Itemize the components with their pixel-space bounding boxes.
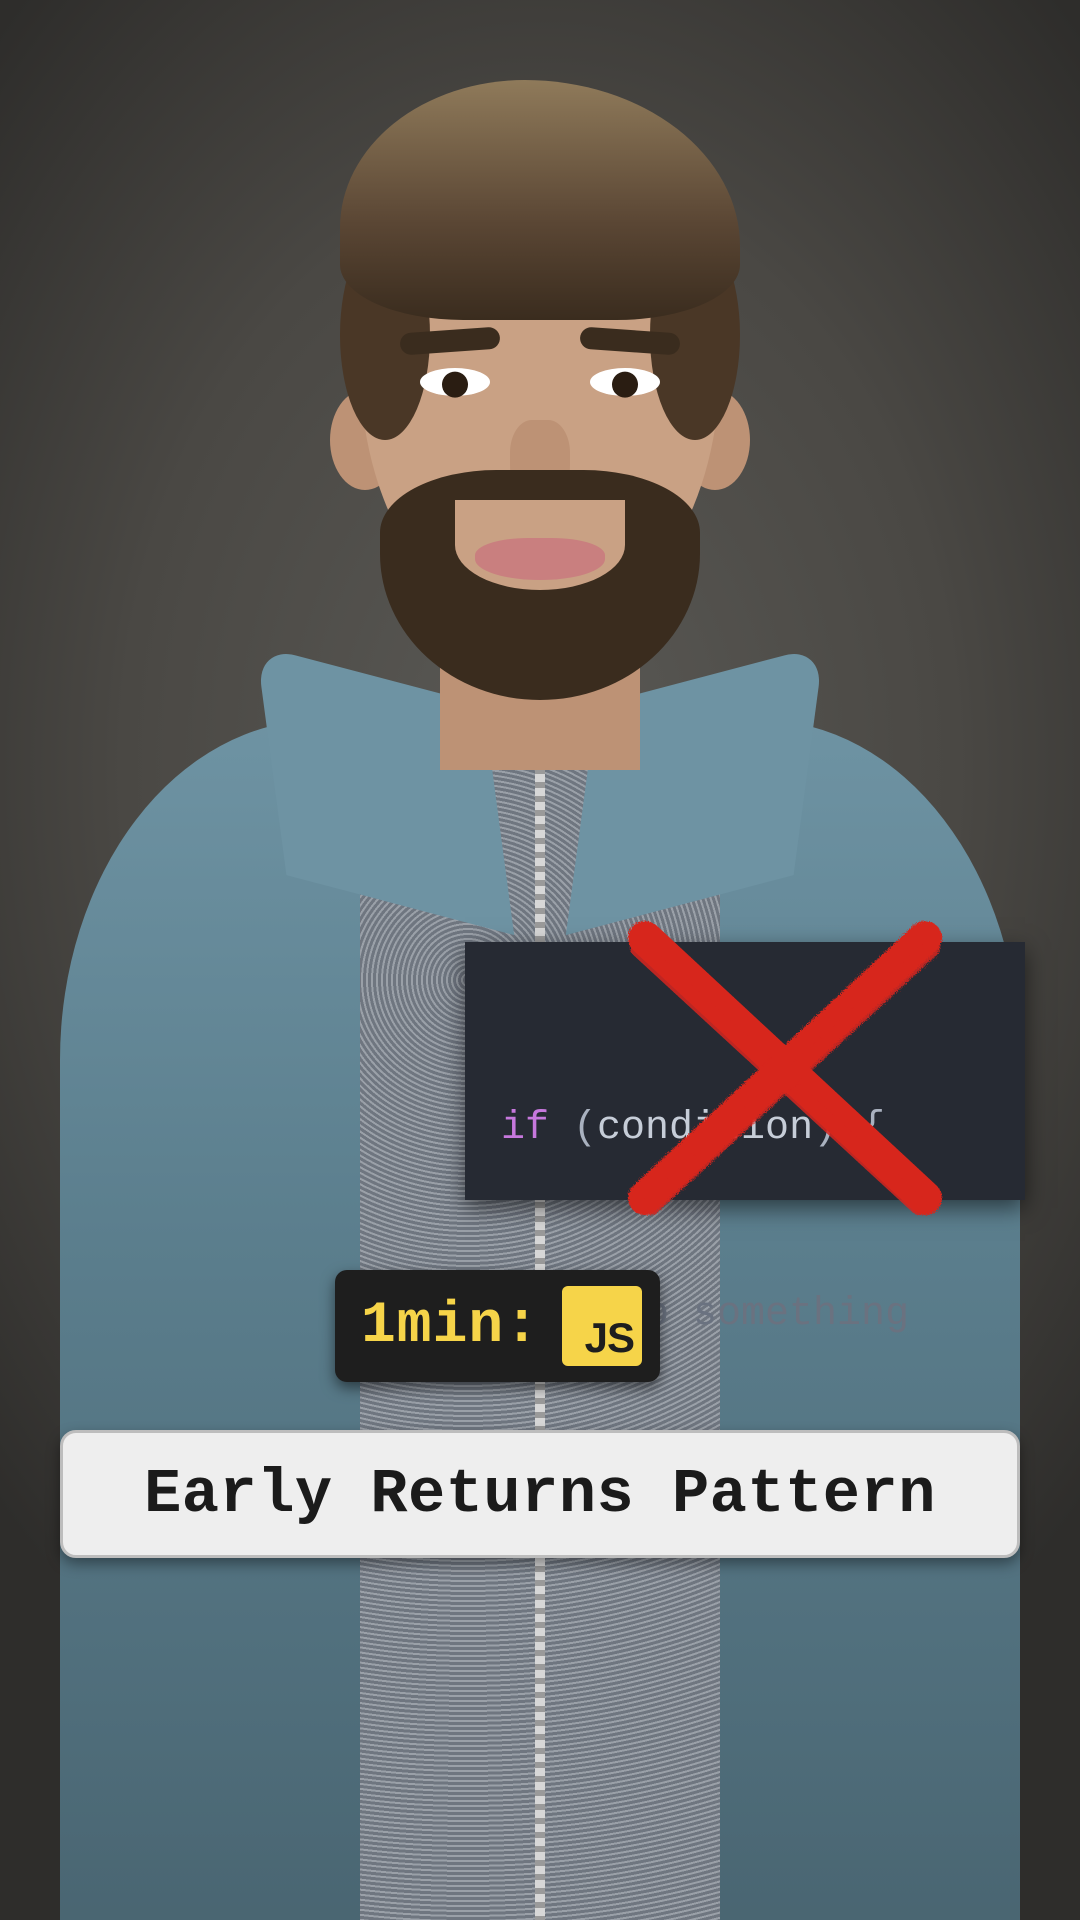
code-snippet-card: if (condition) { // Do something } — [465, 942, 1025, 1200]
paren-close-brace: ) { — [813, 1106, 885, 1151]
identifier-condition: condition — [597, 1106, 813, 1151]
paren-open: ( — [549, 1106, 597, 1151]
js-logo-icon: JS — [562, 1286, 642, 1366]
js-logo-text: JS — [585, 1314, 634, 1362]
duration-text: 1min: — [361, 1294, 540, 1359]
keyword-if: if — [501, 1106, 549, 1151]
title-bar: Early Returns Pattern — [60, 1430, 1020, 1558]
code-line-1: if (condition) { — [501, 1098, 989, 1160]
red-cross-icon — [605, 898, 965, 1238]
duration-pill: 1min: JS — [335, 1270, 660, 1382]
title-text: Early Returns Pattern — [144, 1459, 936, 1530]
